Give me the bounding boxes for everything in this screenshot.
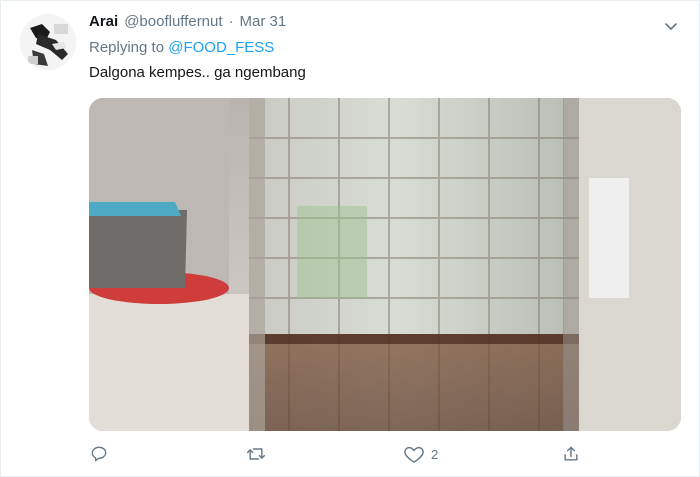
tweet-photo[interactable] [89, 98, 681, 431]
user-handle[interactable]: @boofluffernut [124, 12, 222, 32]
like-button[interactable]: 2 [403, 441, 438, 467]
tweet-header: Arai @boofluffernut · Mar 31 [89, 12, 679, 32]
retweet-button[interactable] [245, 441, 267, 467]
tweet-date[interactable]: Mar 31 [240, 12, 287, 32]
reply-button[interactable] [89, 441, 109, 467]
avatar-illustration [20, 14, 76, 70]
avatar[interactable] [20, 14, 76, 70]
share-icon [561, 444, 581, 464]
replying-to: Replying to @FOOD_FESS [89, 38, 679, 58]
chevron-down-icon[interactable] [663, 18, 679, 34]
heart-icon [403, 444, 425, 464]
reply-icon [89, 444, 109, 464]
tweet-card[interactable]: Arai @boofluffernut · Mar 31 Replying to… [0, 0, 700, 477]
like-count: 2 [431, 446, 439, 462]
share-button[interactable] [561, 441, 581, 467]
separator-dot: · [228, 13, 234, 30]
tweet-content: Arai @boofluffernut · Mar 31 Replying to… [89, 12, 679, 83]
tweet-text: Dalgona kempes.. ga ngembang [89, 64, 306, 81]
photo-glass-of-coffee [89, 98, 681, 431]
display-name[interactable]: Arai [89, 12, 118, 32]
replying-to-handle-link[interactable]: @FOOD_FESS [168, 39, 274, 56]
tweet-actions: 2 [89, 441, 589, 469]
replying-prefix: Replying to [89, 39, 165, 56]
retweet-icon [245, 444, 267, 464]
